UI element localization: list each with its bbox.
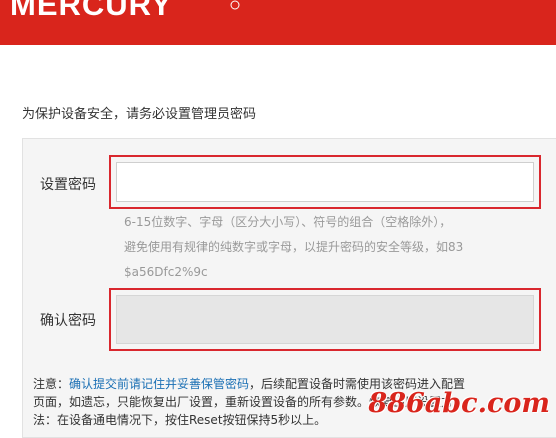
password-field-highlight	[109, 155, 541, 209]
hint-line: 避免使用有规律的纯数字或字母，以提升密码的安全等级，如83	[124, 240, 464, 254]
intro-text: 为保护设备安全，请务必设置管理员密码	[22, 107, 257, 122]
confirm-password-input[interactable]	[116, 295, 534, 344]
header-bar: MERCURY	[0, 0, 556, 45]
hint-line: 6-15位数字、字母（区分大小写）、符号的组合（空格除外），	[124, 215, 452, 229]
confirm-field-highlight	[109, 288, 541, 351]
password-label: 设置密码	[40, 177, 96, 193]
notice-prefix: 注意：	[33, 377, 70, 391]
site-watermark: 886abc.com	[368, 388, 550, 419]
hint-line: $a56Dfc2%9c	[124, 265, 208, 279]
registered-mark-icon	[230, 0, 240, 10]
notice-emphasis: 确认提交前请记住并妥善保管密码	[69, 377, 250, 391]
password-hint: 6-15位数字、字母（区分大小写）、符号的组合（空格除外）， 避免使用有规律的纯…	[124, 210, 544, 285]
confirm-password-label: 确认密码	[40, 313, 96, 329]
mercury-logo: MERCURY	[10, 0, 173, 22]
password-input[interactable]	[116, 162, 534, 202]
